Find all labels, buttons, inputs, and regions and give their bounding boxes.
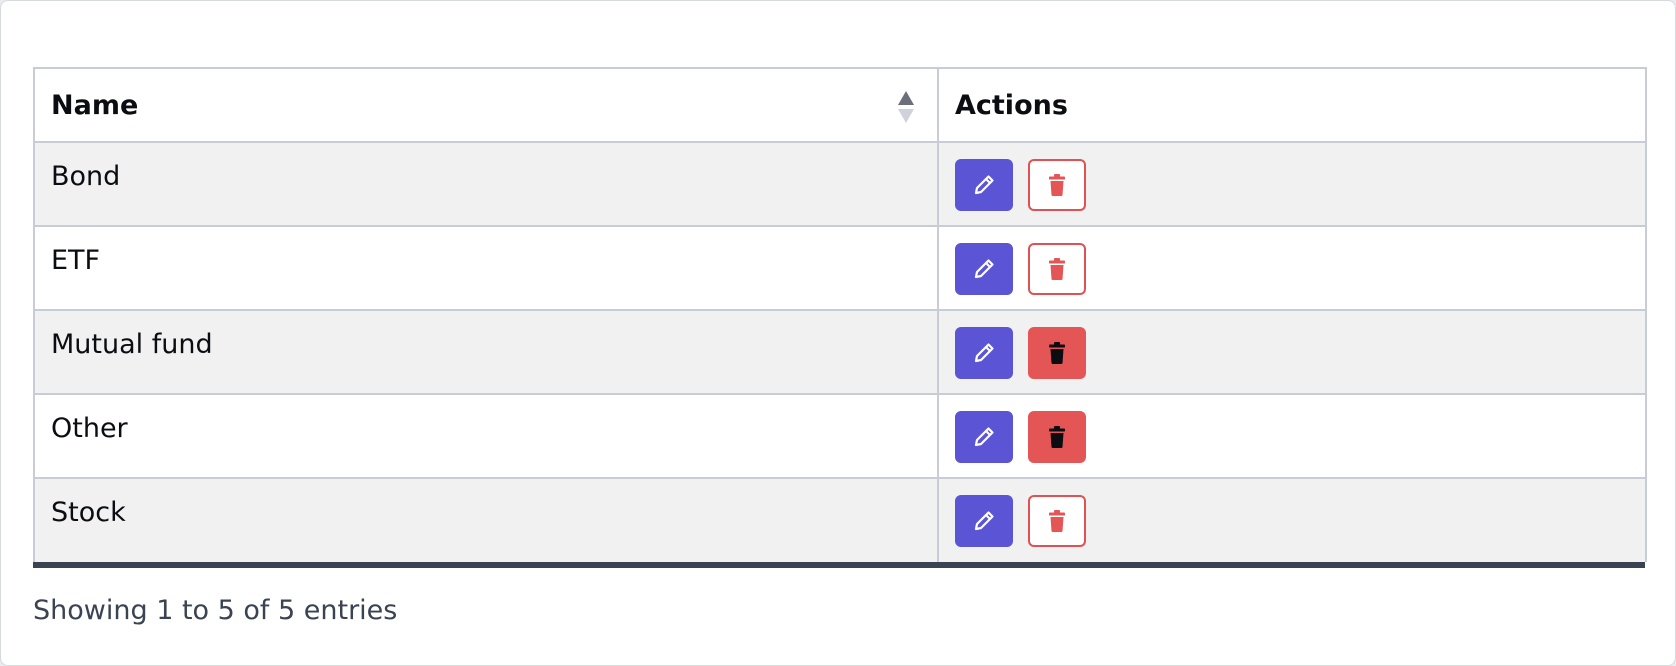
edit-button[interactable] — [955, 495, 1013, 547]
pencil-icon — [974, 511, 994, 531]
datatable-wrapper: Name Actions Bond ETF Mutual fund Other … — [33, 67, 1647, 568]
delete-button[interactable] — [1027, 159, 1086, 211]
actions-cell — [937, 141, 1647, 227]
trash-icon — [1048, 258, 1065, 280]
column-header-name-label: Name — [51, 89, 139, 121]
column-header-name[interactable]: Name — [33, 67, 939, 143]
pencil-icon — [974, 427, 994, 447]
delete-button[interactable] — [1027, 411, 1086, 463]
row-name: Mutual fund — [51, 329, 213, 360]
trash-icon — [1048, 510, 1065, 532]
sort-icon[interactable] — [897, 89, 915, 125]
table-row: Bond — [33, 141, 1647, 227]
trash-icon — [1048, 426, 1065, 448]
name-cell: Mutual fund — [33, 309, 939, 395]
name-cell: Stock — [33, 477, 939, 562]
delete-button[interactable] — [1027, 243, 1086, 295]
actions-cell — [937, 393, 1647, 479]
row-name: ETF — [51, 245, 101, 276]
table-header-row: Name Actions — [33, 67, 1647, 143]
datatable-card: Name Actions Bond ETF Mutual fund Other … — [0, 0, 1676, 666]
trash-icon — [1048, 174, 1065, 196]
table-row: Stock — [33, 477, 1647, 562]
name-cell: Other — [33, 393, 939, 479]
actions-cell — [937, 477, 1647, 562]
pencil-icon — [974, 343, 994, 363]
name-cell: Bond — [33, 141, 939, 227]
delete-button[interactable] — [1027, 327, 1086, 379]
actions-cell — [937, 225, 1647, 311]
name-cell: ETF — [33, 225, 939, 311]
row-name: Other — [51, 413, 128, 444]
table-row: ETF — [33, 225, 1647, 311]
edit-button[interactable] — [955, 327, 1013, 379]
trash-icon — [1048, 342, 1065, 364]
pencil-icon — [974, 175, 994, 195]
table-row: Other — [33, 393, 1647, 479]
table-row: Mutual fund — [33, 309, 1647, 395]
column-header-actions-label: Actions — [955, 89, 1068, 121]
edit-button[interactable] — [955, 243, 1013, 295]
row-name: Stock — [51, 497, 126, 528]
edit-button[interactable] — [955, 159, 1013, 211]
actions-cell — [937, 309, 1647, 395]
entries-info: Showing 1 to 5 of 5 entries — [33, 595, 398, 626]
delete-button[interactable] — [1027, 495, 1086, 547]
pencil-icon — [974, 259, 994, 279]
column-header-actions: Actions — [937, 67, 1647, 143]
table-bottom-border — [33, 562, 1645, 568]
edit-button[interactable] — [955, 411, 1013, 463]
row-name: Bond — [51, 161, 121, 192]
data-table: Name Actions Bond ETF Mutual fund Other … — [33, 67, 1647, 562]
